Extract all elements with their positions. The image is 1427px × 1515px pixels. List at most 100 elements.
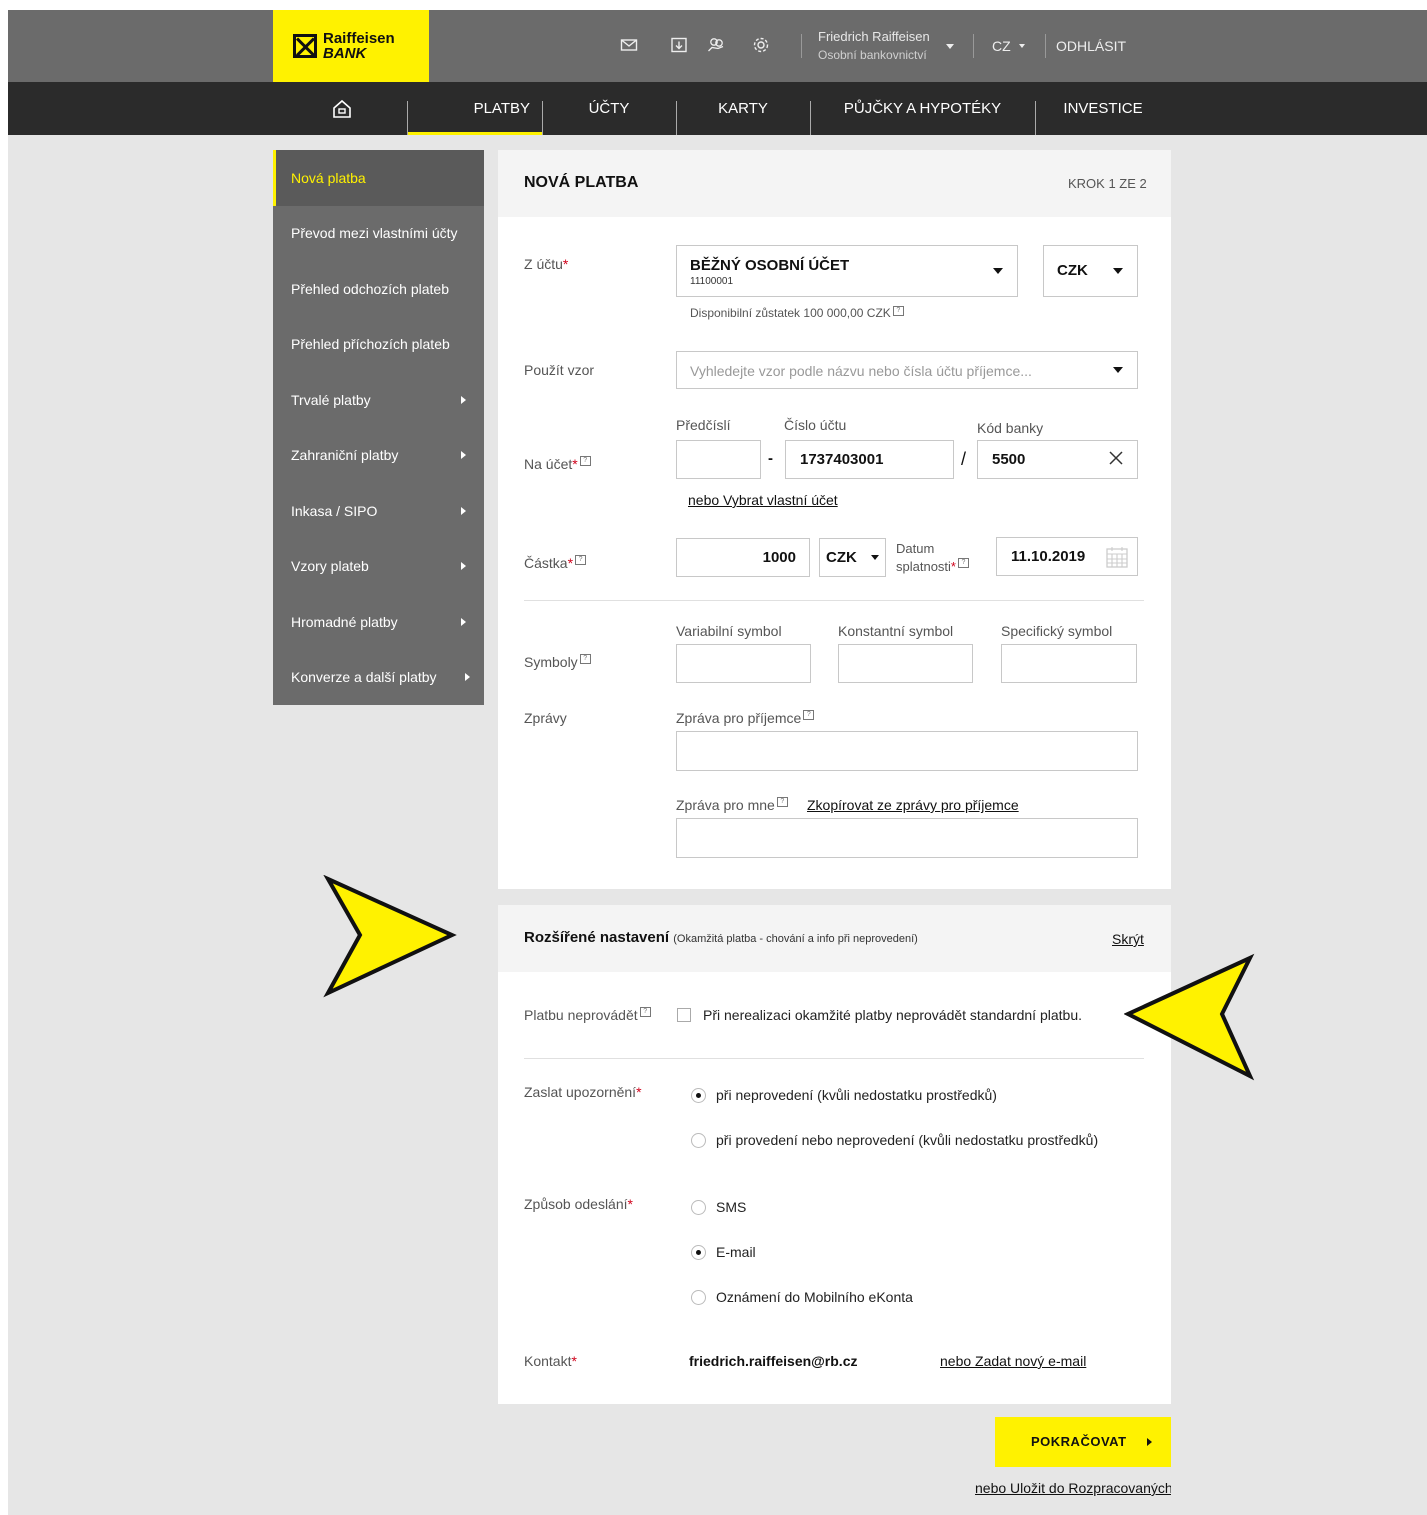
select-own-account-link[interactable]: nebo Vybrat vlastní účet bbox=[688, 492, 838, 508]
help-icon[interactable]: ? bbox=[579, 456, 591, 466]
constant-symbol-label: Konstantní symbol bbox=[838, 623, 954, 639]
chevron-down-icon bbox=[1113, 367, 1123, 373]
hide-advanced-link[interactable]: Skrýt bbox=[1112, 931, 1144, 947]
topbar-divider bbox=[1045, 34, 1046, 58]
sidebar-item-label: Nová platba bbox=[291, 170, 366, 186]
variable-symbol-label: Variabilní symbol bbox=[676, 623, 782, 639]
nav-tab-investice[interactable]: INVESTICE bbox=[1035, 82, 1171, 135]
amount-value: 1000 bbox=[762, 549, 796, 566]
chevron-right-icon bbox=[461, 451, 466, 459]
message-recipient-input[interactable] bbox=[676, 731, 1138, 771]
notify-option-label: při provedení nebo neprovedení (kvůli ne… bbox=[716, 1132, 1099, 1148]
divider bbox=[524, 1058, 1144, 1059]
nav-tab-ucty[interactable]: ÚČTY bbox=[542, 82, 676, 135]
variable-symbol-input[interactable] bbox=[676, 644, 811, 683]
prefix-dash: - bbox=[768, 450, 773, 467]
notify-always-radio[interactable] bbox=[691, 1133, 706, 1148]
skip-payment-checkbox[interactable] bbox=[677, 1008, 691, 1022]
continue-button[interactable]: POKRAČOVAT bbox=[995, 1417, 1171, 1467]
constant-symbol-input[interactable] bbox=[838, 644, 973, 683]
nav-tab-pujcky[interactable]: PŮJČKY A HYPOTÉKY bbox=[810, 82, 1035, 135]
nav-divider bbox=[407, 101, 408, 135]
bank-logo[interactable]: Raiffeisen BANK bbox=[273, 10, 429, 82]
sidebar-item-nova-platba[interactable]: Nová platba bbox=[273, 150, 484, 206]
chevron-right-icon bbox=[461, 562, 466, 570]
sidebar-item-label: Převod mezi vlastními účty bbox=[291, 225, 458, 241]
notify-on-failure-radio[interactable] bbox=[691, 1088, 706, 1103]
nav-tab-platby[interactable]: PLATBY bbox=[420, 82, 530, 135]
logout-link[interactable]: ODHLÁSIT bbox=[1056, 38, 1126, 54]
new-email-link[interactable]: nebo Zadat nový e-mail bbox=[940, 1353, 1086, 1369]
sidebar-item-hromadne[interactable]: Hromadné platby bbox=[273, 594, 484, 650]
help-icon[interactable]: ? bbox=[575, 555, 587, 565]
from-account-label: Z účtu* bbox=[524, 256, 569, 272]
sidebar-item-zahranicni[interactable]: Zahraniční platby bbox=[273, 427, 484, 483]
topbar-divider bbox=[973, 34, 974, 58]
copy-message-link[interactable]: Zkopírovat ze zprávy pro příjemce bbox=[807, 797, 1019, 813]
chevron-right-icon bbox=[461, 507, 466, 515]
bank-code-value: 5500 bbox=[992, 451, 1026, 468]
help-icon[interactable]: ? bbox=[957, 558, 969, 568]
language-caret-icon[interactable] bbox=[1019, 44, 1025, 48]
specific-symbol-input[interactable] bbox=[1001, 644, 1137, 683]
topbar-divider bbox=[801, 34, 802, 58]
specific-symbol-label: Specifický symbol bbox=[1001, 623, 1113, 639]
skip-payment-label: Platbu neprovádět? bbox=[524, 1007, 651, 1023]
sidebar-item-label: Hromadné platby bbox=[291, 614, 398, 630]
save-draft-link[interactable]: nebo Uložit do Rozpracovaných bbox=[975, 1480, 1171, 1496]
user-menu-caret-icon[interactable] bbox=[946, 44, 954, 49]
sidebar-item-label: Přehled odchozích plateb bbox=[291, 281, 449, 297]
calendar-icon[interactable] bbox=[1106, 546, 1128, 568]
symbols-label: Symboly? bbox=[524, 654, 591, 670]
send-email-radio[interactable] bbox=[691, 1245, 706, 1260]
bank-slash: / bbox=[961, 449, 967, 469]
user-menu[interactable]: Friedrich Raiffeisen Osobní bankovnictví bbox=[818, 28, 930, 64]
help-icon[interactable]: ? bbox=[892, 306, 904, 316]
advanced-settings-title: Rozšířené nastavení (Okamžitá platba - c… bbox=[524, 929, 918, 946]
send-mobile-radio[interactable] bbox=[691, 1290, 706, 1305]
mail-icon[interactable] bbox=[620, 36, 638, 54]
sidebar-item-odchozi[interactable]: Přehled odchozích plateb bbox=[273, 261, 484, 317]
chevron-down-icon bbox=[1113, 268, 1123, 274]
sidebar-item-konverze[interactable]: Konverze a další platby bbox=[273, 649, 484, 705]
help-icon[interactable]: ? bbox=[776, 797, 788, 807]
messages-label: Zprávy bbox=[524, 710, 567, 726]
continue-button-label: POKRAČOVAT bbox=[1031, 1434, 1127, 1449]
help-icon[interactable]: ? bbox=[579, 654, 591, 664]
send-option-label: E-mail bbox=[716, 1244, 756, 1260]
from-currency-value: CZK bbox=[1057, 262, 1088, 279]
raiffeisen-cross-icon bbox=[293, 34, 317, 58]
gear-icon[interactable] bbox=[752, 36, 770, 54]
send-option-label: Oznámení do Mobilního eKonta bbox=[716, 1289, 913, 1305]
message-me-input[interactable] bbox=[676, 818, 1138, 858]
help-icon[interactable]: ? bbox=[639, 1007, 651, 1017]
notification-label: Zaslat upozornění* bbox=[524, 1084, 642, 1100]
home-icon[interactable] bbox=[330, 82, 354, 135]
nav-tab-karty[interactable]: KARTY bbox=[676, 82, 810, 135]
sidebar-item-prevod[interactable]: Převod mezi vlastními účty bbox=[273, 205, 484, 261]
clear-icon[interactable] bbox=[1109, 451, 1123, 465]
step-indicator: KROK 1 ZE 2 bbox=[1068, 176, 1147, 191]
sidebar-item-label: Přehled příchozích plateb bbox=[291, 336, 450, 352]
send-option-label: SMS bbox=[716, 1199, 747, 1215]
chevron-right-icon bbox=[461, 618, 466, 626]
sidebar-item-label: Konverze a další platby bbox=[291, 669, 437, 685]
nav-active-indicator bbox=[408, 132, 542, 135]
available-balance: Disponibilní zůstatek 100 000,00 CZK? bbox=[690, 306, 904, 320]
language-select[interactable]: CZ bbox=[992, 38, 1011, 54]
template-placeholder: Vyhledejte vzor podle názvu nebo čísla ú… bbox=[690, 363, 1032, 379]
account-number-label: Číslo účtu bbox=[784, 417, 847, 433]
send-sms-radio[interactable] bbox=[691, 1200, 706, 1215]
message-recipient-label: Zpráva pro příjemce? bbox=[676, 710, 815, 726]
sidebar-item-trvale[interactable]: Trvalé platby bbox=[273, 372, 484, 428]
sidebar-item-label: Vzory plateb bbox=[291, 558, 369, 574]
download-icon[interactable] bbox=[670, 36, 688, 54]
sidebar-item-inkasa[interactable]: Inkasa / SIPO bbox=[273, 483, 484, 539]
prefix-input[interactable] bbox=[676, 440, 761, 479]
hand-coins-icon[interactable] bbox=[707, 36, 725, 54]
highlight-arrow-right-icon bbox=[323, 875, 457, 998]
sidebar-item-vzory[interactable]: Vzory plateb bbox=[273, 538, 484, 594]
sidebar-item-prichozi[interactable]: Přehled příchozích plateb bbox=[273, 316, 484, 372]
user-segment: Osobní bankovnictví bbox=[818, 48, 927, 62]
help-icon[interactable]: ? bbox=[803, 710, 815, 720]
